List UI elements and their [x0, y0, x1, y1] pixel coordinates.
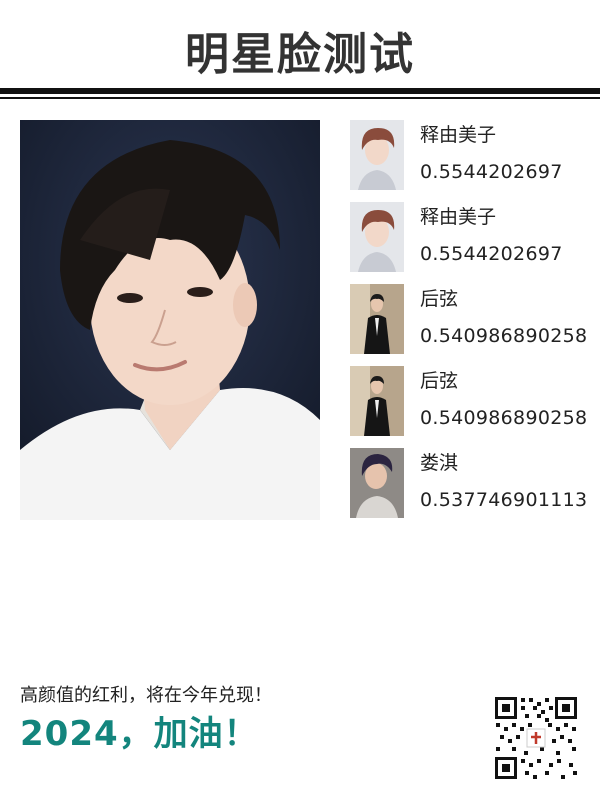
match-thumbnail	[350, 448, 404, 518]
header-divider-thin	[0, 97, 600, 99]
match-thumbnail	[350, 202, 404, 272]
match-thumbnail	[350, 120, 404, 190]
match-name: 娄淇	[420, 452, 459, 474]
match-item[interactable]: 娄淇 0.537746901113	[350, 448, 590, 520]
match-name: 释由美子	[420, 124, 497, 146]
match-name: 后弦	[420, 370, 459, 392]
match-item[interactable]: 释由美子 0.5544202697	[350, 120, 590, 192]
slogan-text: 高颜值的红利，将在今年兑现！	[20, 685, 272, 706]
uploaded-face-photo	[20, 120, 320, 520]
match-item[interactable]: 后弦 0.540986890258	[350, 284, 590, 356]
match-score: 0.5544202697	[420, 161, 563, 183]
page-title: 明星脸测试	[185, 29, 415, 80]
cheer-text: 2024，加油！	[20, 714, 259, 754]
match-score: 0.537746901113	[420, 489, 588, 511]
match-name: 后弦	[420, 288, 459, 310]
match-name: 释由美子	[420, 206, 497, 228]
header-divider-thick	[0, 88, 600, 94]
match-score: 0.540986890258	[420, 407, 588, 429]
qr-code[interactable]	[493, 695, 579, 781]
match-item[interactable]: 释由美子 0.5544202697	[350, 202, 590, 274]
match-score: 0.540986890258	[420, 325, 588, 347]
match-thumbnail	[350, 284, 404, 354]
match-item[interactable]: 后弦 0.540986890258	[350, 366, 590, 438]
match-thumbnail	[350, 366, 404, 436]
match-score: 0.5544202697	[420, 243, 563, 265]
